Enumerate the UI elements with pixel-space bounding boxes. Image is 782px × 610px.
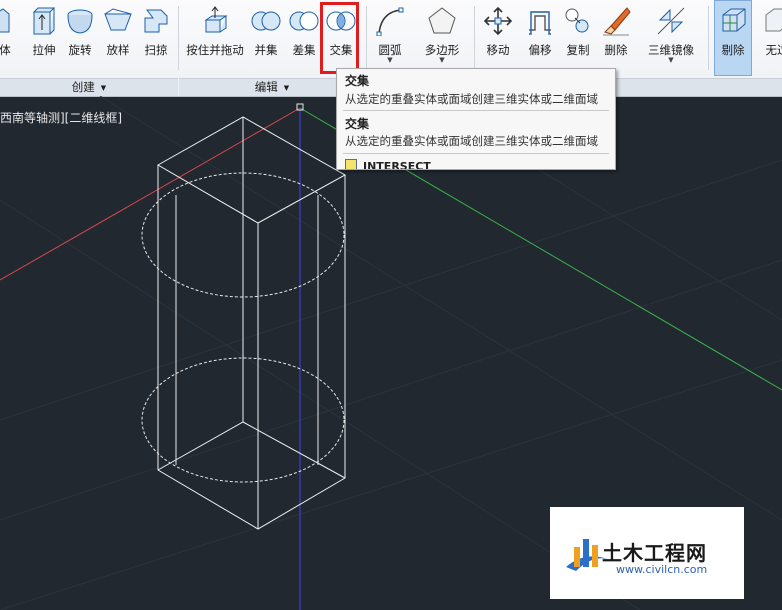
tool-mirror3d[interactable]: 三维镜像 ▼ [644, 4, 698, 64]
tool-arc[interactable]: 圆弧 ▼ [372, 4, 408, 64]
eraser-icon [600, 4, 632, 38]
tool-sweep[interactable]: 扫掠 [140, 4, 172, 57]
ribbon-divider [474, 6, 475, 70]
tool-extrude[interactable]: 拉伸 [28, 4, 60, 57]
extrude-icon [28, 4, 60, 38]
watermark-name: 土木工程网 [602, 541, 707, 565]
intersect-tooltip: 交集 从选定的重叠实体或面域创建三维实体或二维面域 交集 从选定的重叠实体或面域… [336, 68, 616, 170]
panel-create-label: 创建 [71, 80, 95, 94]
chevron-down-icon[interactable]: ▼ [418, 57, 466, 64]
tool-cull[interactable]: 剔除 [715, 4, 751, 57]
tooltip-description: 从选定的重叠实体或面域创建三维实体或二维面域 [345, 134, 598, 148]
watermark: 土木工程网 www.civilcn.com [550, 507, 744, 599]
tool-subtract[interactable]: 差集 [288, 4, 320, 57]
loft-icon [102, 4, 134, 38]
ribbon-divider [708, 6, 709, 70]
tooltip-command: INTERSECT [345, 159, 431, 170]
chevron-down-icon[interactable]: ▼ [372, 57, 408, 64]
tool-erase[interactable]: 删除 [600, 4, 632, 57]
union-icon [250, 4, 282, 38]
mirror3d-icon [644, 4, 698, 38]
tool-revolve[interactable]: 旋转 [64, 4, 96, 57]
tool-solid[interactable]: 体 [0, 4, 16, 57]
box-icon [0, 4, 16, 38]
tool-polygon[interactable]: 多边形 ▼ [418, 4, 466, 64]
tooltip-title: 交集 [345, 74, 370, 88]
intersect-highlight-box [320, 2, 359, 74]
tool-move[interactable]: 移动 [482, 4, 514, 57]
chevron-down-icon: ▼ [283, 84, 290, 92]
tool-presspull[interactable]: 按住并拖动 [184, 4, 246, 57]
presspull-icon [184, 4, 246, 38]
tool-union[interactable]: 并集 [250, 4, 282, 57]
nofilter-icon [760, 4, 782, 38]
chevron-down-icon[interactable]: ▼ [644, 57, 698, 64]
viewport-label[interactable]: 西南等轴测][二维线框] [0, 109, 122, 126]
revolve-icon [64, 4, 96, 38]
ribbon-divider [178, 6, 179, 70]
tooltip-divider [343, 153, 609, 154]
tool-offset[interactable]: 偏移 [524, 4, 556, 57]
chevron-down-icon: ▼ [100, 84, 107, 92]
tool-loft[interactable]: 放样 [102, 4, 134, 57]
tooltip-divider [343, 110, 609, 111]
arc-icon [372, 4, 408, 38]
panel-create-bar[interactable]: 创建 ▼ [0, 78, 178, 96]
tooltip-title: 交集 [345, 117, 370, 131]
x-axis-line [0, 107, 301, 281]
subtract-icon [288, 4, 320, 38]
watermark-url: www.civilcn.com [616, 563, 708, 576]
panel-edit-label: 编辑 [254, 80, 278, 94]
tool-copy[interactable]: 复制 [562, 4, 594, 57]
tool-nofilter[interactable]: 无过 [760, 4, 782, 57]
sweep-icon [140, 4, 172, 38]
copy-icon [562, 4, 594, 38]
tooltip-command-name: INTERSECT [363, 160, 431, 170]
move-icon [482, 4, 514, 38]
cull-icon [715, 4, 751, 38]
offset-icon [524, 4, 556, 38]
ribbon-divider [366, 6, 367, 70]
command-icon [345, 159, 357, 169]
polygon-icon [418, 4, 466, 38]
box-solid-wireframe[interactable] [156, 116, 347, 530]
tooltip-description: 从选定的重叠实体或面域创建三维实体或二维面域 [345, 92, 598, 106]
